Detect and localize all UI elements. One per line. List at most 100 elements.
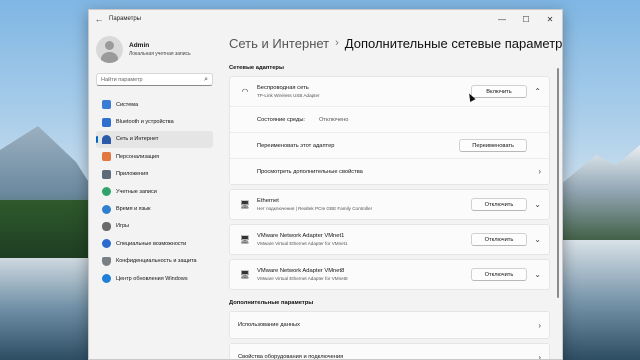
accounts-icon <box>102 187 111 197</box>
search-placeholder: Найти параметр <box>101 76 143 83</box>
apps-icon <box>102 169 111 179</box>
disable-button[interactable]: Отключить <box>471 268 527 281</box>
sidebar-item-label: Сеть и Интернет <box>116 136 159 143</box>
user-name: Admin <box>129 42 150 49</box>
sidebar-item-label: Центр обновления Windows <box>116 275 188 282</box>
data-usage-row[interactable]: Использование данных › <box>230 312 549 338</box>
avatar <box>96 36 123 63</box>
ethernet-icon: 🖥 <box>239 235 251 244</box>
adapter-name: VMware Network Adapter VMnet1 <box>257 233 345 239</box>
sidebar-item-apps[interactable]: Приложения <box>96 166 213 183</box>
adapter-row[interactable]: 🖥 VMware Network Adapter VMnet1 VMware V… <box>230 225 549 254</box>
wallpaper-trees-left <box>0 200 95 260</box>
section-title-more-settings: Дополнительные параметры <box>229 300 314 306</box>
page-title: Дополнительные сетевые параметры <box>344 35 563 51</box>
adapter-description: VMware Virtual Ethernet Adapter for VMne… <box>257 276 348 281</box>
search-input[interactable]: Найти параметр ⌕ <box>96 73 213 86</box>
account-type: Локальная учетная запись <box>129 51 191 57</box>
sidebar-item-time-language[interactable]: Время и язык <box>96 200 213 217</box>
accessibility-icon <box>102 239 111 249</box>
shield-icon <box>102 256 111 266</box>
wireless-adapter-card: ◠ Беспроводная сеть TP-Link Wireless USB… <box>229 76 550 185</box>
sidebar: Admin Локальная учетная запись Найти пар… <box>89 28 219 359</box>
breadcrumb-parent[interactable]: Сеть и Интернет <box>229 36 329 51</box>
adapter-description: Нет подключения | Realtek PCIe GBE Famil… <box>257 206 373 211</box>
adapter-card-vmnet1: 🖥 VMware Network Adapter VMnet1 VMware V… <box>229 224 550 255</box>
sidebar-item-system[interactable]: Система <box>96 96 213 113</box>
adapter-card-ethernet: 🖥 Ethernet Нет подключения | Realtek PCI… <box>229 189 550 220</box>
breadcrumb-separator: › <box>335 37 339 49</box>
adapter-description: VMware Virtual Ethernet Adapter for VMne… <box>257 241 348 246</box>
bluetooth-icon <box>102 117 111 127</box>
chevron-right-icon: › <box>538 320 541 330</box>
wireless-adapter-header[interactable]: ◠ Беспроводная сеть TP-Link Wireless USB… <box>230 77 549 106</box>
enable-button[interactable]: Включить <box>471 85 527 98</box>
chevron-up-icon[interactable]: ⌃ <box>527 87 541 96</box>
sidebar-item-label: Игры <box>116 223 129 230</box>
sidebar-item-label: Приложения <box>116 171 149 178</box>
adapter-row[interactable]: 🖥 Ethernet Нет подключения | Realtek PCI… <box>230 190 549 219</box>
hardware-properties-label: Свойства оборудования и подключения <box>238 354 344 360</box>
media-status-row: Состояние среды: Отключено <box>230 106 549 132</box>
section-title-adapters: Сетевые адаптеры <box>229 65 284 71</box>
sidebar-item-label: Bluetooth и устройства <box>116 119 174 126</box>
wifi-icon: ◠ <box>241 87 249 96</box>
chevron-right-icon: › <box>538 167 541 176</box>
network-icon <box>102 134 111 144</box>
chevron-down-icon[interactable]: ⌄ <box>527 235 541 244</box>
title-bar: ← Параметры — ☐ ✕ <box>89 10 562 28</box>
view-properties-row[interactable]: Просмотреть дополнительные свойства › <box>230 158 549 184</box>
ethernet-icon: 🖥 <box>239 270 251 279</box>
breadcrumb: Сеть и Интернет › Дополнительные сетевые… <box>229 28 562 58</box>
media-status-value: Отключено <box>319 116 349 123</box>
maximize-button[interactable]: ☐ <box>514 15 538 24</box>
adapter-name: Ethernet <box>257 198 279 204</box>
window-title: Параметры <box>109 16 141 22</box>
sidebar-item-label: Конфиденциальность и защита <box>116 258 197 265</box>
adapter-name: VMware Network Adapter VMnet8 <box>257 268 345 274</box>
sidebar-item-accounts[interactable]: Учетные записи <box>96 183 213 200</box>
hardware-properties-card: Свойства оборудования и подключения › <box>229 343 550 360</box>
user-profile[interactable]: Admin Локальная учетная запись <box>89 28 219 63</box>
adapter-description: TP-Link Wireless USB Adapter <box>257 93 320 98</box>
settings-window: ← Параметры — ☐ ✕ Admin Локальная учетна… <box>88 9 563 360</box>
sidebar-item-network[interactable]: Сеть и Интернет <box>96 130 213 149</box>
ethernet-icon: 🖥 <box>239 200 251 209</box>
disable-button[interactable]: Отключить <box>471 233 527 246</box>
sidebar-item-windows-update[interactable]: Центр обновления Windows <box>96 270 213 287</box>
wallpaper-lake-left <box>0 258 95 360</box>
data-usage-card: Использование данных › <box>229 311 550 339</box>
rename-row: Переименовать этот адаптер Переименовать <box>230 132 549 158</box>
adapter-row[interactable]: 🖥 VMware Network Adapter VMnet8 VMware V… <box>230 260 549 289</box>
sidebar-item-privacy[interactable]: Конфиденциальность и защита <box>96 253 213 270</box>
disable-button[interactable]: Отключить <box>471 198 527 211</box>
sidebar-item-label: Учетные записи <box>116 188 157 195</box>
minimize-button[interactable]: — <box>490 15 514 24</box>
sidebar-item-accessibility[interactable]: Специальные возможности <box>96 235 213 252</box>
scrollbar[interactable] <box>557 68 559 298</box>
wallpaper-mountain-right <box>560 145 640 245</box>
adapter-name: Беспроводная сеть <box>257 85 309 91</box>
sidebar-item-gaming[interactable]: Игры <box>96 218 213 235</box>
rename-label: Переименовать этот адаптер <box>257 142 335 149</box>
adapter-card-vmnet8: 🖥 VMware Network Adapter VMnet8 VMware V… <box>229 259 550 290</box>
system-icon <box>102 100 111 110</box>
brush-icon <box>102 152 111 162</box>
window-controls: — ☐ ✕ <box>490 15 562 24</box>
wallpaper-lake-right <box>560 240 640 360</box>
back-arrow-icon[interactable]: ← <box>91 14 107 24</box>
chevron-down-icon[interactable]: ⌄ <box>527 200 541 209</box>
chevron-down-icon[interactable]: ⌄ <box>527 270 541 279</box>
hardware-properties-row[interactable]: Свойства оборудования и подключения › <box>230 344 549 360</box>
sidebar-item-bluetooth[interactable]: Bluetooth и устройства <box>96 113 213 130</box>
data-usage-label: Использование данных <box>238 322 300 328</box>
rename-button[interactable]: Переименовать <box>459 139 527 152</box>
clock-globe-icon <box>102 204 111 214</box>
sidebar-nav: Система Bluetooth и устройства Сеть и Ин… <box>89 96 219 287</box>
sidebar-item-personalization[interactable]: Персонализация <box>96 148 213 165</box>
update-icon <box>102 274 111 284</box>
sidebar-item-label: Специальные возможности <box>116 240 187 247</box>
sidebar-item-label: Время и язык <box>116 206 151 213</box>
close-button[interactable]: ✕ <box>538 15 562 24</box>
media-status-label: Состояние среды: <box>257 116 305 123</box>
